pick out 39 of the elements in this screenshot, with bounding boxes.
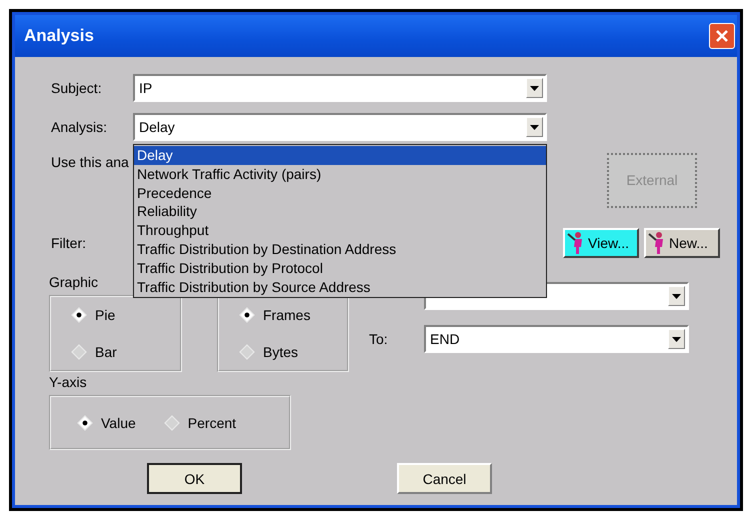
- filter-button[interactable]: View...: [563, 228, 639, 258]
- dropdown-option[interactable]: Network Traffic Activity (pairs): [134, 164, 546, 184]
- analysis-combo-box[interactable]: Delay: [133, 113, 547, 141]
- dropdown-button[interactable]: [668, 286, 685, 306]
- radio-option[interactable]: Bytes: [239, 344, 347, 360]
- description-text: Use this ana: [51, 154, 129, 170]
- filter-button[interactable]: New...: [644, 228, 720, 258]
- close-icon: [715, 29, 729, 43]
- dropdown-option[interactable]: Traffic Distribution by Source Address: [134, 278, 546, 296]
- radio-option[interactable]: Percent: [164, 414, 236, 430]
- radio-option[interactable]: Value: [77, 414, 136, 430]
- field-label: To:: [369, 331, 389, 347]
- dropdown-option[interactable]: Reliability: [134, 202, 546, 222]
- dropdown-button[interactable]: [526, 78, 543, 98]
- caret-icon: [672, 336, 681, 342]
- dropdown-button[interactable]: [526, 117, 543, 137]
- dialog-button[interactable]: OK: [147, 463, 242, 494]
- close-button[interactable]: [709, 23, 735, 49]
- dropdown-option[interactable]: Throughput: [134, 221, 546, 240]
- group-label: Graphic: [49, 274, 98, 292]
- field-label: Filter:: [51, 235, 87, 251]
- window-title: Analysis: [24, 26, 94, 46]
- radio-option[interactable]: Frames: [239, 307, 347, 324]
- subject-combo-box[interactable]: IP: [133, 74, 547, 102]
- dropdown-option[interactable]: Traffic Distribution by Protocol: [134, 258, 546, 278]
- to-combo-box[interactable]: END: [424, 325, 689, 353]
- radio-option[interactable]: Pie: [71, 307, 180, 324]
- caret-icon: [530, 124, 539, 130]
- group-label: Y-axis: [49, 374, 87, 392]
- dropdown-option[interactable]: Delay: [134, 146, 546, 165]
- dropdown-button[interactable]: [668, 329, 685, 349]
- dropdown-option[interactable]: Traffic Distribution by Destination Address: [134, 240, 546, 259]
- field-label: Subject:: [51, 80, 103, 96]
- radio-option[interactable]: Bar: [71, 344, 180, 360]
- caret-icon: [672, 294, 681, 298]
- field-label: Analysis:: [51, 119, 108, 135]
- dropdown-option[interactable]: Precedence: [134, 184, 546, 202]
- caret-icon: [530, 86, 539, 90]
- dialog-button[interactable]: Cancel: [397, 463, 492, 494]
